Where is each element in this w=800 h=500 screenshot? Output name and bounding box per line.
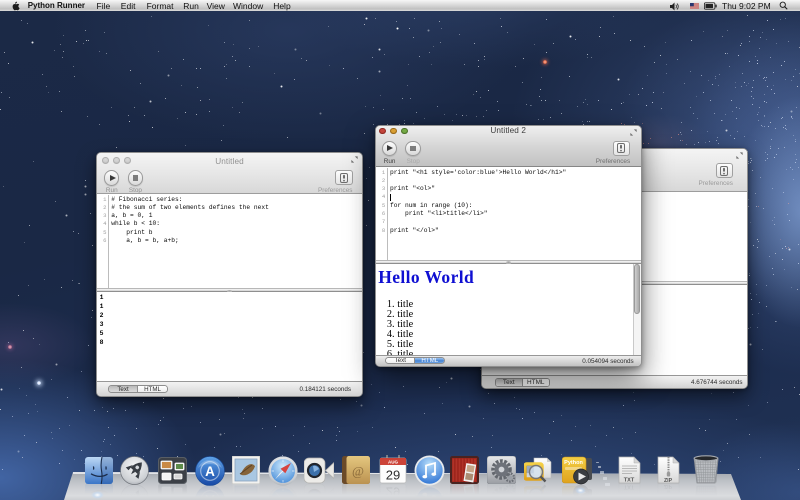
svg-text:A: A: [205, 464, 215, 479]
svg-text:AUG: AUG: [388, 460, 398, 465]
svg-text:29: 29: [386, 468, 400, 483]
svg-text:@: @: [352, 464, 364, 479]
svg-text:TXT: TXT: [623, 478, 634, 484]
svg-text:ZIP: ZIP: [663, 478, 672, 484]
svg-text:Python: Python: [564, 460, 583, 466]
